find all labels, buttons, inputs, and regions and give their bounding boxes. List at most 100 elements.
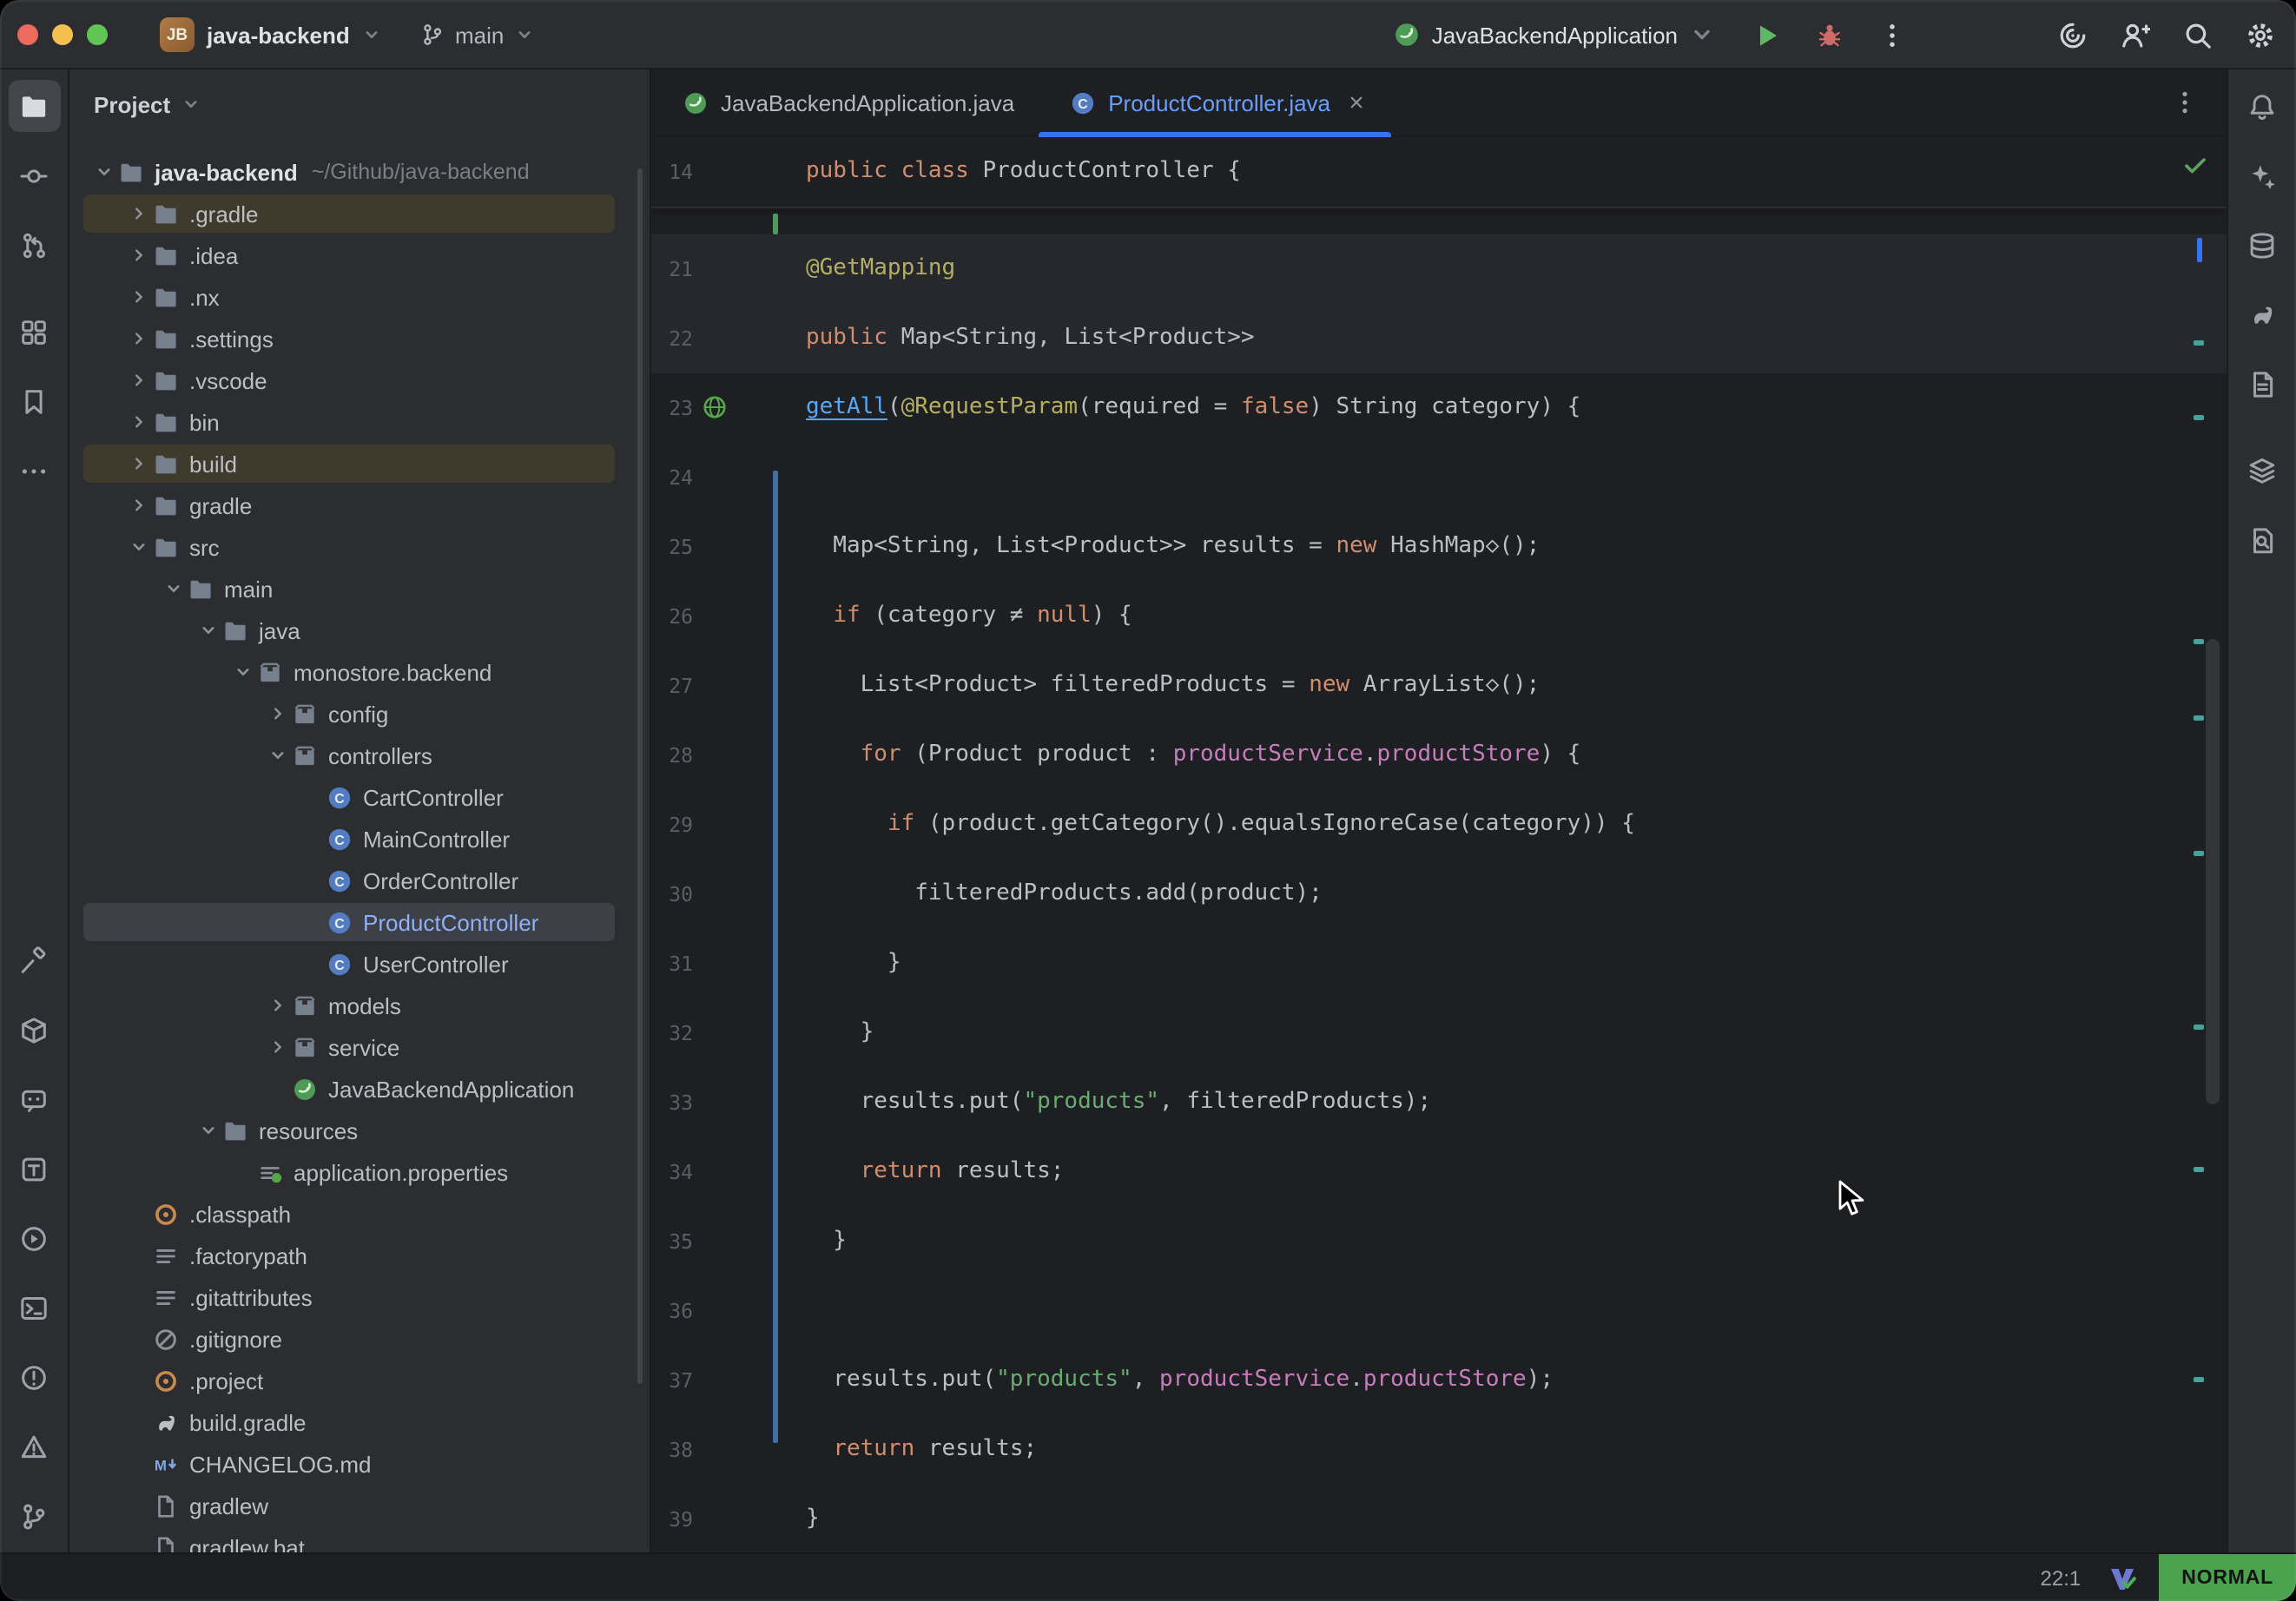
project-tool-button[interactable] [8, 80, 60, 132]
code-with-me-button[interactable] [2112, 12, 2157, 57]
line-number[interactable]: 21 [651, 234, 693, 304]
code-line-33[interactable]: 33 results.put("products", filteredProdu… [651, 1068, 2227, 1137]
tree-item-UserController[interactable]: CUserController [69, 943, 650, 985]
editor-body[interactable]: 21@GetMapping22public Map<String, List<P… [651, 137, 2227, 1552]
inspections-ok-icon[interactable] [2181, 151, 2209, 179]
find-in-files-tool-button[interactable] [2236, 514, 2288, 566]
tree-item-java[interactable]: java [69, 609, 650, 651]
tree-item-controllers[interactable]: controllers [69, 735, 650, 776]
commit-tool-button[interactable] [8, 149, 60, 201]
tree-item-.project[interactable]: .project [69, 1360, 650, 1401]
line-number[interactable]: 36 [651, 1276, 693, 1346]
tree-item-bin[interactable]: bin [69, 401, 650, 443]
tree-item-CHANGELOG.md[interactable]: MCHANGELOG.md [69, 1443, 650, 1485]
code-line-22[interactable]: 22public Map<String, List<Product>> [651, 304, 2227, 373]
tab-ProductController.java[interactable]: CProductController.java [1039, 69, 1391, 135]
tree-item-.gradle[interactable]: .gradle [69, 193, 650, 234]
branch-widget[interactable]: main [410, 10, 545, 59]
tree-item-src[interactable]: src [69, 526, 650, 568]
tree-item-.vscode[interactable]: .vscode [69, 359, 650, 401]
database-tool-button[interactable] [2236, 219, 2288, 271]
tree-item-OrderController[interactable]: COrderController [69, 860, 650, 901]
chevron-right-icon[interactable] [125, 200, 153, 227]
documentation-tool-button[interactable] [2236, 358, 2288, 410]
tree-item-models[interactable]: models [69, 985, 650, 1026]
ai-chat-tool-button[interactable] [8, 1073, 60, 1125]
chevron-down-icon[interactable] [195, 616, 222, 644]
line-number[interactable]: 39 [651, 1485, 693, 1552]
tree-item-.factorypath[interactable]: .factorypath [69, 1235, 650, 1276]
chevron-down-icon[interactable] [229, 658, 257, 686]
build-tool-button[interactable] [8, 934, 60, 986]
line-number[interactable]: 27 [651, 651, 693, 721]
code-line-23[interactable]: 23getAll(@RequestParam(required = false)… [651, 373, 2227, 443]
line-number[interactable]: 26 [651, 582, 693, 651]
tree-item-build[interactable]: build [69, 443, 650, 484]
chevron-right-icon[interactable] [264, 992, 292, 1019]
packages-tool-button[interactable] [8, 1004, 60, 1056]
dependencies-tool-button[interactable] [2236, 445, 2288, 497]
tree-item-service[interactable]: service [69, 1026, 650, 1068]
tree-item-.settings[interactable]: .settings [69, 318, 650, 359]
git-branch-tool-button[interactable] [8, 1490, 60, 1542]
line-number[interactable]: 38 [651, 1415, 693, 1485]
run-button[interactable] [1744, 12, 1789, 57]
tree-item-.nx[interactable]: .nx [69, 276, 650, 318]
tree-item-config[interactable]: config [69, 693, 650, 735]
chevron-down-icon[interactable] [264, 741, 292, 769]
gradle-tool-button[interactable] [2236, 288, 2288, 340]
chevron-right-icon[interactable] [125, 450, 153, 478]
tree-item-gradlew.bat[interactable]: gradlew.bat [69, 1526, 650, 1552]
minimize-window-button[interactable] [52, 24, 73, 45]
chevron-right-icon[interactable] [125, 325, 153, 352]
line-number[interactable]: 14 [651, 137, 693, 207]
todo-tool-button[interactable] [8, 1143, 60, 1195]
code-line-31[interactable]: 31 } [651, 929, 2227, 998]
chevron-down-icon[interactable] [90, 158, 118, 186]
caret-position-widget[interactable]: 22:1 [2041, 1565, 2082, 1590]
problems-tool-button[interactable] [8, 1351, 60, 1403]
close-window-button[interactable] [17, 24, 38, 45]
more-tools-tool-button[interactable] [8, 445, 60, 497]
project-tree-scrollbar[interactable] [637, 168, 643, 1384]
settings-button[interactable] [2237, 12, 2282, 57]
code-line-27[interactable]: 27 List<Product> filteredProducts = new … [651, 651, 2227, 721]
code-line-37[interactable]: 37 results.put("products", productServic… [651, 1346, 2227, 1415]
line-number[interactable]: 32 [651, 998, 693, 1068]
project-panel-header[interactable]: Project [69, 69, 650, 139]
ideavim-icon[interactable] [2108, 1564, 2136, 1591]
search-everywhere-button[interactable] [2174, 12, 2220, 57]
code-line-36[interactable]: 36 [651, 1276, 2227, 1346]
chevron-right-icon[interactable] [125, 491, 153, 519]
structure-tool-button[interactable] [8, 306, 60, 358]
tree-item-JavaBackendApplication[interactable]: JavaBackendApplication [69, 1068, 650, 1110]
code-line-39[interactable]: 39} [651, 1485, 2227, 1552]
tree-item-ProductController[interactable]: CProductController [69, 901, 650, 943]
line-number[interactable]: 31 [651, 929, 693, 998]
chevron-down-icon[interactable] [195, 1117, 222, 1144]
chevron-right-icon[interactable] [264, 1033, 292, 1061]
tree-item-.classpath[interactable]: .classpath [69, 1193, 650, 1235]
line-number[interactable]: 29 [651, 790, 693, 860]
close-icon[interactable] [1346, 92, 1367, 113]
code-line-24[interactable]: 24 [651, 443, 2227, 512]
ai-assistant-button[interactable] [2049, 12, 2095, 57]
sticky-line[interactable]: 14public class ProductController { [651, 137, 2227, 208]
tree-item-application.properties[interactable]: application.properties [69, 1151, 650, 1193]
editor-scrollbar[interactable] [2206, 639, 2220, 1104]
pull-requests-tool-button[interactable] [8, 219, 60, 271]
line-number[interactable]: 34 [651, 1137, 693, 1207]
code-line-26[interactable]: 26 if (category ≠ null) { [651, 582, 2227, 651]
line-number[interactable]: 33 [651, 1068, 693, 1137]
endpoint-icon[interactable] [702, 394, 728, 420]
tab-options-icon[interactable] [2171, 89, 2199, 116]
notifications-tool-button[interactable] [2236, 80, 2288, 132]
debug-button[interactable] [1806, 12, 1851, 57]
chevron-right-icon[interactable] [125, 408, 153, 436]
ai-assistant-tool-button[interactable] [2236, 149, 2288, 201]
code-line-34[interactable]: 34 return results; [651, 1137, 2227, 1207]
tree-item-monostore.backend[interactable]: monostore.backend [69, 651, 650, 693]
zoom-window-button[interactable] [87, 24, 108, 45]
tree-item-MainController[interactable]: CMainController [69, 818, 650, 860]
warnings-tool-button[interactable] [8, 1420, 60, 1473]
